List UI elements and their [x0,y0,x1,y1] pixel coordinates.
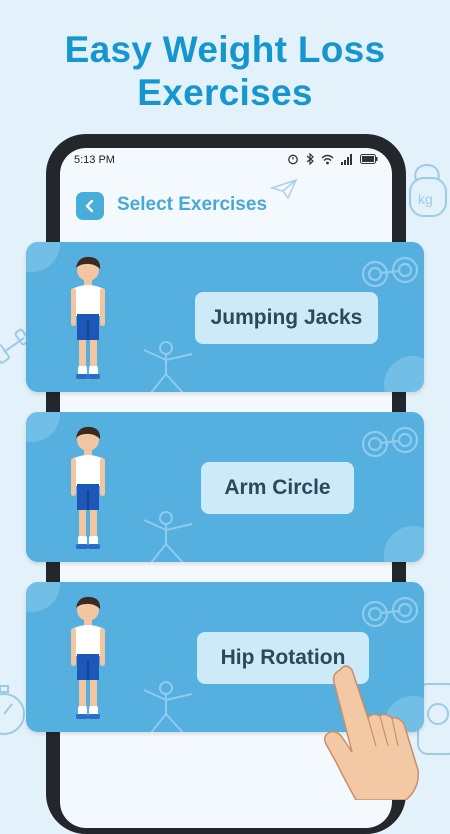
stopwatch-icon [0,685,25,735]
exercise-figure-icon [71,596,105,719]
headline-line-1: Easy Weight Loss [64,29,386,70]
battery-icon [360,154,378,164]
exercise-card-arm-circle[interactable]: Arm Circle [26,412,424,562]
exercise-label: Arm Circle [201,462,354,514]
dumbbell-icon [361,426,419,458]
pointing-hand-icon [323,665,419,800]
status-bar: 5:13 PM [60,148,392,174]
paper-plane-icon [270,178,298,200]
exercise-silhouette-icon [143,511,193,562]
headline-line-2: Exercises [137,72,313,113]
exercise-label: Jumping Jacks [195,292,378,344]
kettlebell-icon: kg [409,164,447,217]
dumbbell-icon [361,596,419,628]
back-arrow-icon [85,199,94,213]
exercise-card-jumping-jacks[interactable]: Jumping Jacks [26,242,424,392]
bluetooth-icon [306,153,314,165]
exercise-silhouette-icon [143,341,193,392]
exercise-silhouette-icon [143,681,193,732]
exercise-figure-icon [71,426,105,549]
screen-title: Select Exercises [117,194,268,215]
wifi-icon [321,154,334,164]
dumbbell-icon [361,256,419,288]
exercise-figure-icon [71,256,105,379]
headline: Easy Weight Loss Exercises [0,28,450,114]
status-time: 5:13 PM [74,154,115,166]
back-button[interactable] [76,192,104,220]
svg-text:kg: kg [418,191,433,207]
signal-icon [341,153,352,165]
alarm-icon [288,154,298,165]
